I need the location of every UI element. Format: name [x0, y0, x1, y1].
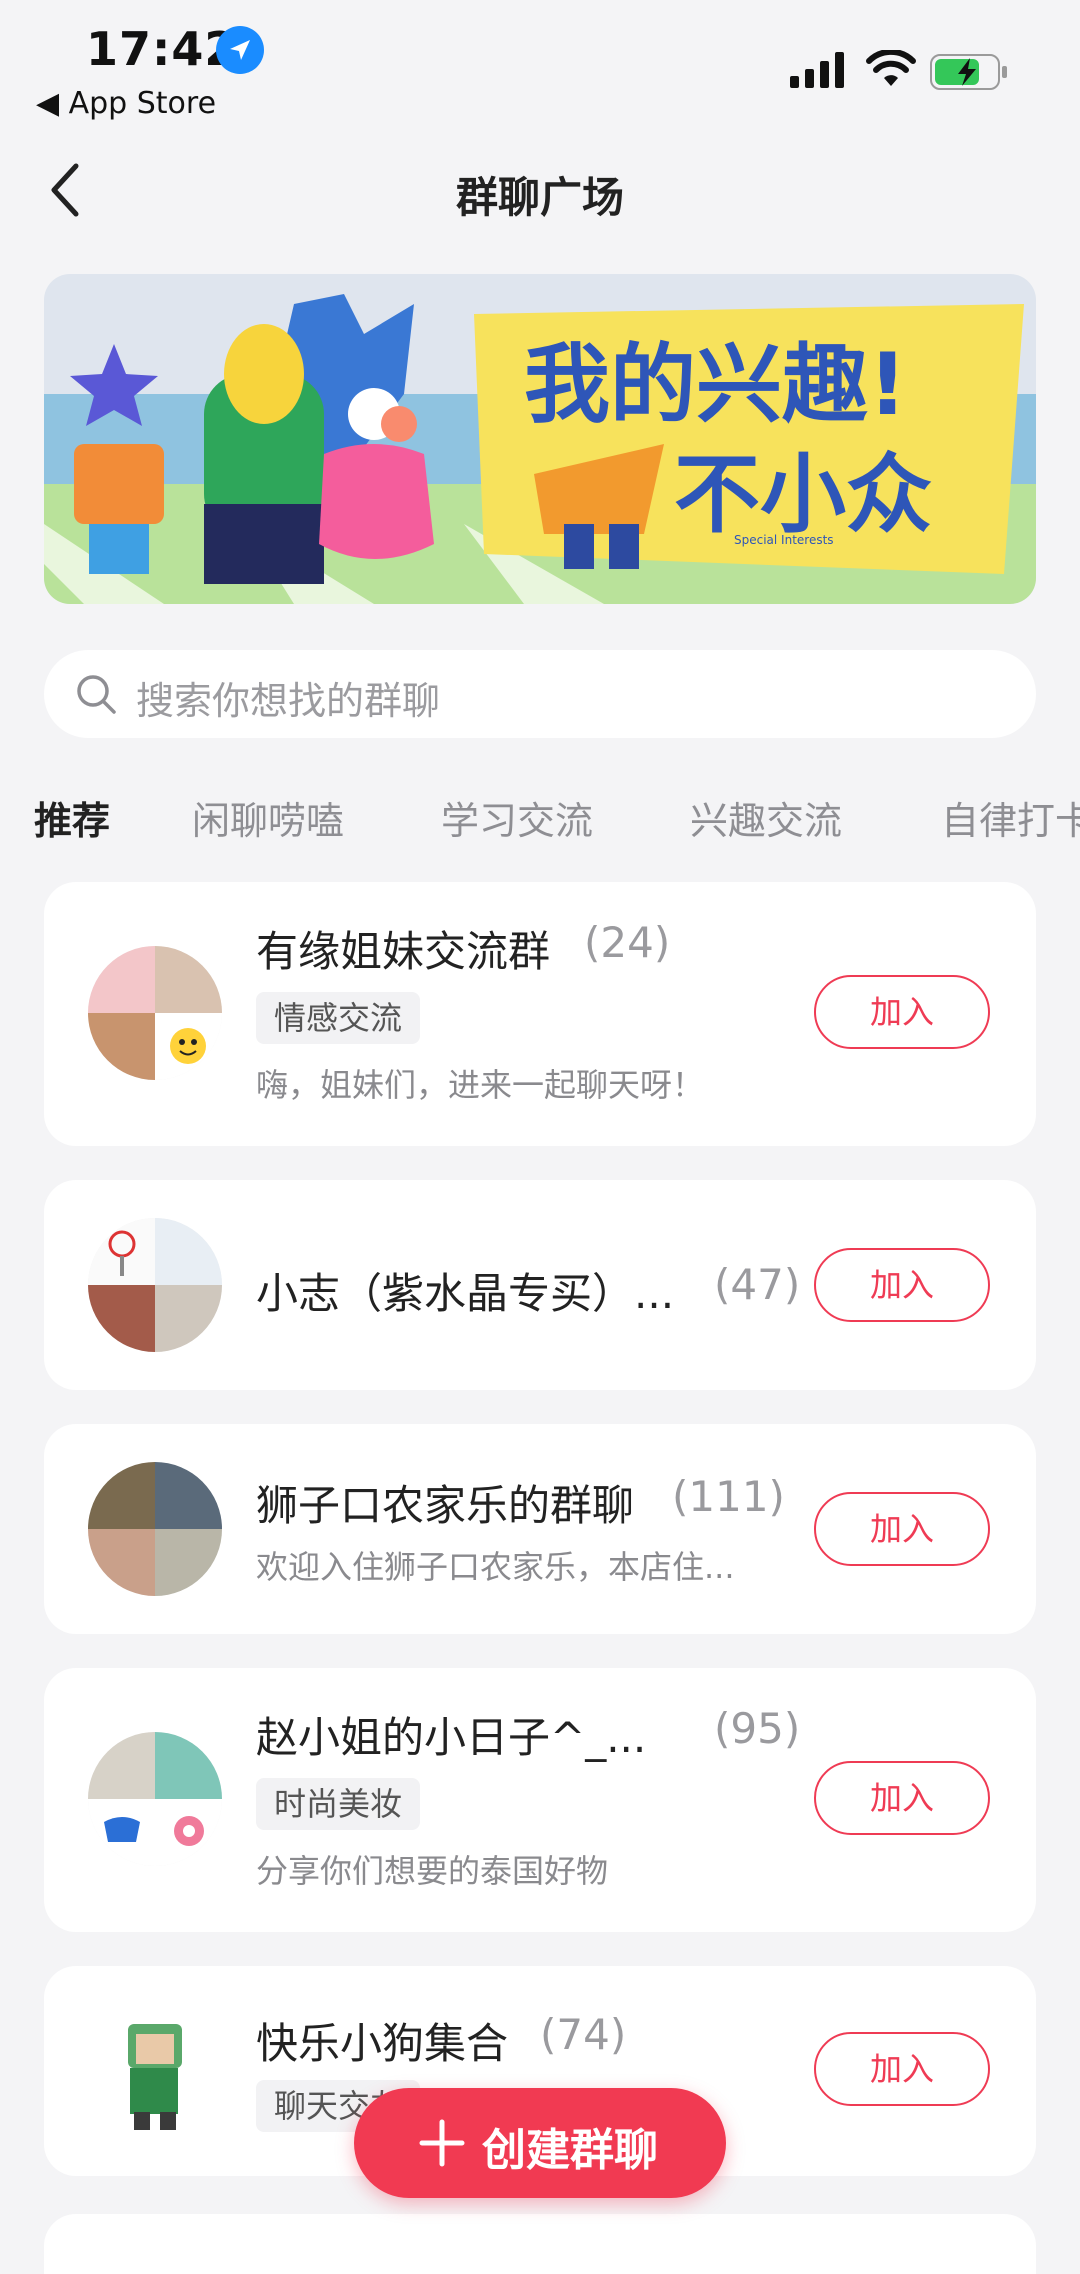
group-name: 小志（紫水晶专买）... [256, 1269, 675, 1318]
create-group-label: 创建群聊 [482, 2125, 658, 2176]
back-to-app-store-link[interactable]: ◀ App Store [36, 86, 216, 121]
group-search-input[interactable]: 搜索你想找的群聊 [44, 650, 1036, 738]
member-count: (74) [540, 2010, 627, 2059]
tab-study[interactable]: 学习交流 [441, 790, 593, 845]
group-description: 分享你们想要的泰国好物 [256, 1852, 609, 1890]
group-card[interactable]: 狮子口农家乐的群聊 (111) 欢迎入住狮子口农家乐，本店住... 加入 [44, 1424, 1036, 1634]
group-description: 欢迎入住狮子口农家乐，本店住... [256, 1548, 735, 1586]
create-group-button[interactable]: 创建群聊 [354, 2088, 726, 2198]
tab-chat[interactable]: 闲聊唠嗑 [192, 790, 344, 845]
join-button[interactable]: 加入 [814, 1492, 990, 1566]
location-arrow-icon [216, 26, 264, 74]
group-tag: 时尚美妆 [256, 1778, 421, 1830]
tab-self-discipline[interactable]: 自律打卡 [941, 790, 1080, 845]
wifi-icon [866, 50, 916, 86]
group-name: 有缘姐妹交流群 [256, 927, 551, 976]
group-card[interactable]: 赵小姐的小日子^_... (95) 时尚美妆 分享你们想要的泰国好物 加入 [44, 1668, 1036, 1932]
join-button[interactable]: 加入 [814, 1248, 990, 1322]
banner-subtitle: Special Interests [734, 533, 834, 547]
category-tabs: 推荐 闲聊唠嗑 学习交流 兴趣交流 自律打卡 [0, 790, 1080, 850]
member-count: (95) [714, 1704, 801, 1753]
banner-illustration: 我的兴趣! 不小众 Special Interests [44, 274, 1036, 604]
group-avatar [88, 1462, 222, 1596]
page-title: 群聊广场 [455, 173, 624, 222]
group-description: 嗨，姐妹们，进来一起聊天呀！ [256, 1066, 705, 1104]
banner-headline-1: 我的兴趣! [524, 335, 907, 435]
group-card-partial [44, 2214, 1036, 2274]
group-card[interactable]: 有缘姐妹交流群 (24) 情感交流 嗨，姐妹们，进来一起聊天呀！ 加入 [44, 882, 1036, 1146]
search-icon [77, 675, 116, 714]
group-tag: 情感交流 [256, 992, 421, 1044]
group-name: 赵小姐的小日子^_... [256, 1713, 647, 1762]
banner-headline-2: 不小众 [674, 445, 932, 545]
join-button[interactable]: 加入 [814, 975, 990, 1049]
battery-charging-icon [930, 54, 1007, 90]
member-count: (47) [714, 1260, 801, 1309]
join-button[interactable]: 加入 [814, 2032, 990, 2106]
group-avatar [88, 946, 222, 1080]
clock: 17:42 [86, 22, 238, 76]
group-name: 狮子口农家乐的群聊 [256, 1481, 635, 1530]
tab-interest[interactable]: 兴趣交流 [690, 790, 842, 845]
group-card[interactable]: 小志（紫水晶专买）... (47) 加入 [44, 1180, 1036, 1390]
member-count: (111) [672, 1472, 785, 1521]
group-avatar [88, 1218, 222, 1352]
member-count: (24) [584, 918, 671, 967]
search-placeholder: 搜索你想找的群聊 [136, 679, 441, 723]
interest-banner[interactable]: 我的兴趣! 不小众 Special Interests [44, 274, 1036, 604]
plus-icon [419, 2119, 465, 2167]
cellular-signal-icon [790, 52, 844, 88]
tab-recommend[interactable]: 推荐 [34, 790, 110, 845]
group-avatar [88, 2004, 222, 2138]
group-avatar [88, 1732, 222, 1866]
group-name: 快乐小狗集合 [256, 2019, 509, 2068]
status-bar: 17:42 ◀ App Store [0, 0, 1080, 130]
join-button[interactable]: 加入 [814, 1761, 990, 1835]
